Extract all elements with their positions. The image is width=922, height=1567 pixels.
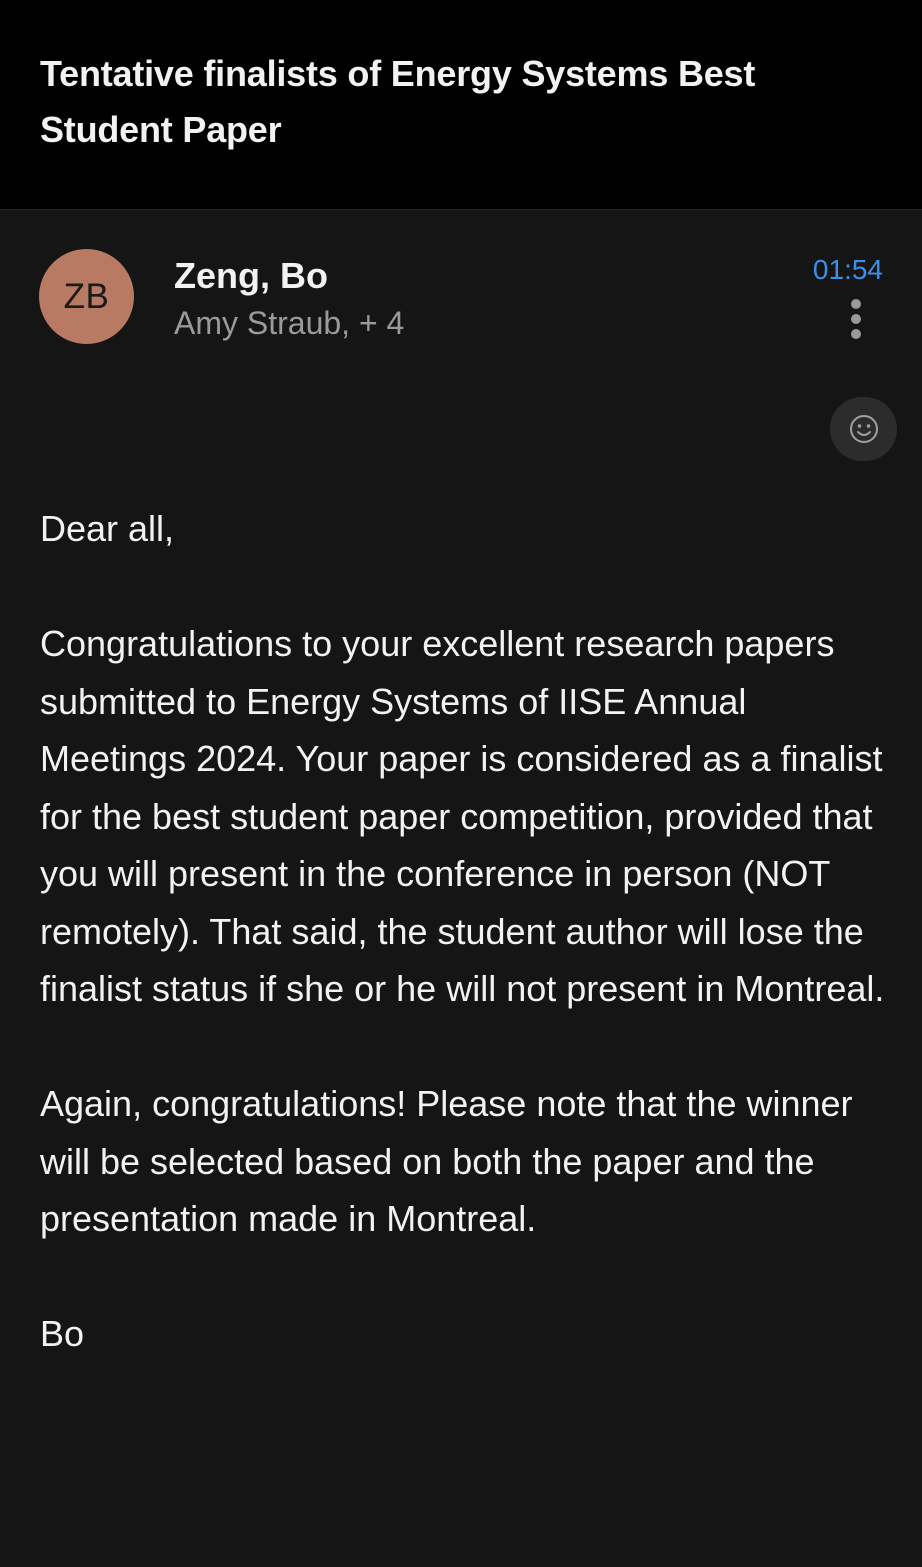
email-body: Dear all, Congratulations to your excell… <box>40 500 900 1420</box>
body-greeting: Dear all, <box>40 508 175 549</box>
email-subject: Tentative finalists of Energy Systems Be… <box>40 53 756 150</box>
add-reaction-button[interactable] <box>830 397 897 461</box>
body-paragraph: Again, congratulations! Please note that… <box>40 1083 853 1239</box>
smiley-icon <box>849 415 878 443</box>
recipients-summary[interactable]: Amy Straub, + 4 <box>174 302 404 344</box>
body-signature: Bo <box>40 1313 85 1354</box>
body-paragraph: Congratulations to your excellent resear… <box>40 623 885 1009</box>
subject-header: Tentative finalists of Energy Systems Be… <box>0 0 922 210</box>
sender-name[interactable]: Zeng, Bo <box>174 254 328 298</box>
email-time: 01:54 <box>812 254 883 285</box>
avatar-initials: ZB <box>63 276 110 316</box>
more-options-button[interactable] <box>838 296 874 342</box>
sender-avatar[interactable]: ZB <box>39 249 134 344</box>
